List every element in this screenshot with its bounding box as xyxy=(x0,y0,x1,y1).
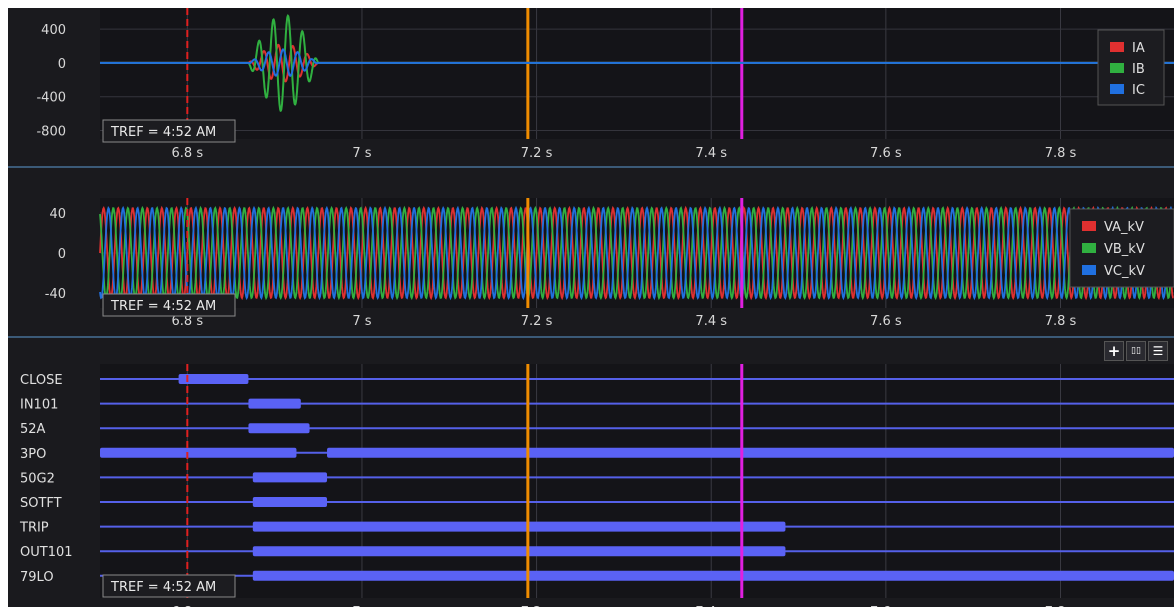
signal-active-bar xyxy=(252,521,786,532)
plot-area xyxy=(100,8,1174,139)
y-tick-label: -40 xyxy=(45,287,66,302)
legend-swatch xyxy=(1110,42,1124,52)
legend-swatch xyxy=(1110,84,1124,94)
y-tick-label: -800 xyxy=(36,125,66,140)
time-tick-label: 7.2 s xyxy=(521,146,553,161)
signal-active-bar xyxy=(252,570,1174,581)
legend-label-vc_kv: VC_kV xyxy=(1104,264,1145,279)
signal-label-52a: 52A xyxy=(20,422,46,437)
time-tick-label: 7 s xyxy=(352,146,371,161)
voltage-chart[interactable]: 6.8 s7 s 7.2 s 7.4 s 7.6 s 7.8 s400-40TREF =… xyxy=(8,166,1174,333)
time-tick-label: 6.8 s xyxy=(172,146,204,161)
current-chart[interactable]: 6.8 s 7 s 7.2 s 7.4 s 7.6 s 7.8 s 400 0 -400 -800… xyxy=(8,8,1174,163)
digital-pane: 6.8 s7 s7.2 s7.4 s7.6 s7.8 sCLOSEIN10152… xyxy=(8,336,1174,607)
time-tick-label: 7.6 s xyxy=(870,146,902,161)
signal-label-3po: 3PO xyxy=(20,447,46,462)
signal-label-trip: TRIP xyxy=(19,521,49,536)
signal-label-close: CLOSE xyxy=(20,373,63,388)
legend-label-ia: IA xyxy=(1132,41,1145,56)
signal-active-bar xyxy=(100,447,297,458)
signal-active-bar xyxy=(248,423,310,434)
waveform-viewer: 6.8 s7 s 7.2 s 7.4 s 7.6 s 7.8 s 400 0 -400 -800… xyxy=(8,8,1174,607)
signal-active-bar xyxy=(252,546,786,557)
time-tick-label: 7 s xyxy=(352,314,371,329)
signal-label-sotft: SOTFT xyxy=(20,496,62,511)
y-tick-label: -400 xyxy=(36,91,66,106)
legend-label-vb_kv: VB_kV xyxy=(1104,242,1145,257)
signal-label-50g2: 50G2 xyxy=(20,471,55,486)
time-tick-label: 7.8 s xyxy=(1045,314,1077,329)
signal-active-bar xyxy=(252,497,328,507)
y-tick-label: 0 xyxy=(58,57,66,72)
pane-toolbar: + ▯▯ ☰ xyxy=(1104,341,1168,361)
legend-box xyxy=(1097,29,1165,106)
time-tick-label: 7.2 s xyxy=(521,314,553,329)
split-vertical-button[interactable]: ☰ xyxy=(1148,341,1168,361)
tref-label: TREF = 4:52 AM xyxy=(110,125,216,140)
legend-swatch xyxy=(1082,243,1096,253)
time-tick-label: 7.4 s xyxy=(695,314,727,329)
legend-label-ib: IB xyxy=(1132,62,1145,77)
signal-active-bar xyxy=(327,447,1174,458)
y-tick-label: 0 xyxy=(58,247,66,262)
signal-label-in101: IN101 xyxy=(20,398,58,413)
voltage-pane: 6.8 s7 s 7.2 s 7.4 s 7.6 s 7.8 s 40 0 -40 TREF =… xyxy=(8,166,1174,333)
tref-label: TREF = 4:52 AM xyxy=(110,580,216,595)
signal-label-out101: OUT101 xyxy=(20,545,73,560)
split-horizontal-button[interactable]: ▯▯ xyxy=(1126,341,1146,361)
signal-label-79lo: 79LO xyxy=(20,570,54,585)
digital-chart[interactable]: 6.8 s7 s7.2 s7.4 s7.6 s7.8 sCLOSEIN10152… xyxy=(8,336,1174,607)
current-pane: 6.8 s 7 s 7.2 s 7.4 s 7.6 s 7.8 s 400 0 -400 -800… xyxy=(8,8,1174,163)
legend-label-va_kv: VA_kV xyxy=(1104,220,1144,235)
legend-label-ic: IC xyxy=(1132,83,1145,98)
signal-active-bar xyxy=(248,398,301,409)
add-pane-button[interactable]: + xyxy=(1104,341,1124,361)
legend-swatch xyxy=(1082,265,1096,275)
legend-swatch xyxy=(1110,63,1124,73)
y-tick-label: 40 xyxy=(49,207,66,222)
signal-active-bar xyxy=(178,374,249,384)
tref-label: TREF = 4:52 AM xyxy=(110,299,216,314)
y-tick-label: 400 xyxy=(41,23,66,38)
time-tick-label: 7.4 s xyxy=(695,146,727,161)
legend-swatch xyxy=(1082,221,1096,231)
signal-active-bar xyxy=(252,472,328,483)
time-tick-label: 7.6 s xyxy=(870,314,902,329)
time-tick-label: 7.8 s xyxy=(1045,146,1077,161)
